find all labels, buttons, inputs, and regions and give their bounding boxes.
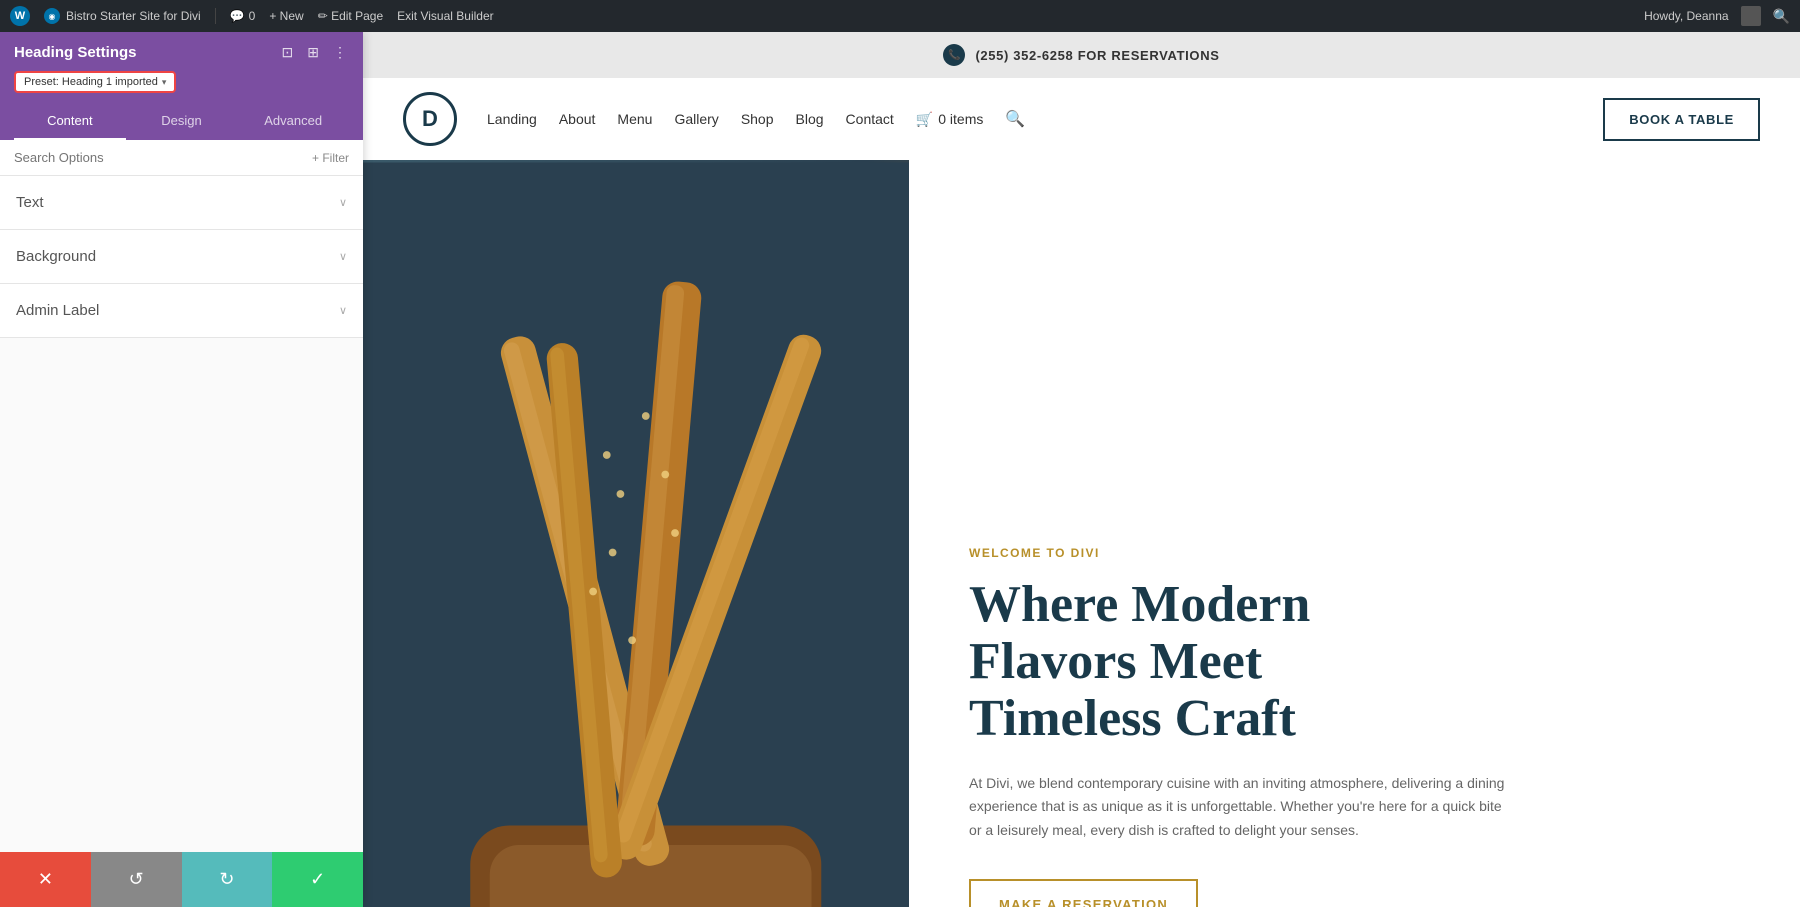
nav-link-about[interactable]: About xyxy=(559,111,596,127)
food-image xyxy=(363,160,909,907)
hero-text-column: WELCOME TO DIVI Where Modern Flavors Mee… xyxy=(909,160,1800,907)
undo-button[interactable]: ↺ xyxy=(91,852,182,907)
site-phone-number: (255) 352-6258 FOR RESERVATIONS xyxy=(975,48,1219,63)
edit-page-button[interactable]: ✏ Edit Page xyxy=(318,9,383,23)
site-icon: ◉ xyxy=(44,8,60,24)
hero-image-column xyxy=(363,160,909,907)
panel-title: Heading Settings xyxy=(14,44,137,61)
save-button[interactable]: ✓ xyxy=(272,852,363,907)
nav-link-blog[interactable]: Blog xyxy=(796,111,824,127)
admin-avatar[interactable] xyxy=(1741,6,1761,26)
accordion-text-chevron-icon: ∨ xyxy=(339,196,347,209)
cancel-button[interactable]: ✕ xyxy=(0,852,91,907)
hero-section: WELCOME TO DIVI Where Modern Flavors Mee… xyxy=(363,160,1800,907)
nav-cart[interactable]: 🛒 0 items xyxy=(916,111,984,128)
accordion-text-label: Text xyxy=(16,194,44,211)
new-label: + New xyxy=(269,9,303,23)
site-logo[interactable]: D xyxy=(403,92,457,146)
panel-body: + Filter Text ∨ Background ∨ A xyxy=(0,140,363,852)
wireframe-icon-button[interactable]: ⊞ xyxy=(305,42,321,63)
panel-title-row: Heading Settings ⊡ ⊞ ⋮ xyxy=(14,42,349,63)
accordion-background-chevron-icon: ∨ xyxy=(339,250,347,263)
site-nav: D Landing About Menu Gallery Shop Blog C… xyxy=(363,78,1800,160)
preset-badge[interactable]: Preset: Heading 1 imported ▾ xyxy=(14,71,176,93)
site-name-label[interactable]: Bistro Starter Site for Divi xyxy=(66,9,201,23)
tab-advanced[interactable]: Advanced xyxy=(237,103,349,140)
comments-link[interactable]: 💬 0 xyxy=(230,9,256,23)
admin-bar-right: Howdy, Deanna 🔍 xyxy=(1644,6,1790,26)
new-content-button[interactable]: + New xyxy=(269,9,303,23)
welcome-label: WELCOME TO DIVI xyxy=(969,546,1740,560)
cart-icon: 🛒 xyxy=(916,111,933,128)
comments-count: 0 xyxy=(249,9,256,23)
edit-page-label: ✏ Edit Page xyxy=(318,9,383,23)
site-header-top: 📞 (255) 352-6258 FOR RESERVATIONS xyxy=(363,32,1800,78)
accordion-background-header[interactable]: Background ∨ xyxy=(0,230,363,283)
panel-icons: ⊡ ⊞ ⋮ xyxy=(280,42,349,63)
left-panel: Heading Settings ⊡ ⊞ ⋮ Preset: Heading 1… xyxy=(0,32,363,907)
wp-logo[interactable]: W xyxy=(10,6,30,26)
accordion-text-header[interactable]: Text ∨ xyxy=(0,176,363,229)
howdy-text: Howdy, Deanna xyxy=(1644,9,1729,23)
right-content: 📞 (255) 352-6258 FOR RESERVATIONS D Land… xyxy=(363,32,1800,907)
preset-label: Preset: Heading 1 imported xyxy=(24,76,158,88)
hero-description: At Divi, we blend contemporary cuisine w… xyxy=(969,772,1509,843)
nav-search-icon[interactable]: 🔍 xyxy=(1005,109,1025,129)
admin-bar: W ◉ Bistro Starter Site for Divi 💬 0 + N… xyxy=(0,0,1800,32)
redo-button[interactable]: ↻ xyxy=(182,852,273,907)
exit-builder-button[interactable]: Exit Visual Builder xyxy=(397,9,494,23)
food-illustration xyxy=(363,160,909,907)
book-table-button[interactable]: BOOK A TABLE xyxy=(1603,98,1760,141)
wordpress-icon: W xyxy=(10,6,30,26)
accordion-background-label: Background xyxy=(16,248,96,265)
hero-heading: Where Modern Flavors Meet Timeless Craft xyxy=(969,576,1740,748)
filter-button[interactable]: + Filter xyxy=(312,151,349,165)
phone-icon: 📞 xyxy=(943,44,965,66)
nav-link-landing[interactable]: Landing xyxy=(487,111,537,127)
panel-footer: ✕ ↺ ↻ ✓ xyxy=(0,852,363,907)
make-reservation-button[interactable]: MAKE A RESERVATION xyxy=(969,879,1198,907)
nav-links: Landing About Menu Gallery Shop Blog Con… xyxy=(487,109,1025,129)
main-wrapper: Heading Settings ⊡ ⊞ ⋮ Preset: Heading 1… xyxy=(0,32,1800,907)
tab-content[interactable]: Content xyxy=(14,103,126,140)
search-options-input[interactable] xyxy=(14,150,312,165)
panel-header: Heading Settings ⊡ ⊞ ⋮ Preset: Heading 1… xyxy=(0,32,363,140)
nav-link-gallery[interactable]: Gallery xyxy=(674,111,718,127)
admin-search-icon[interactable]: 🔍 xyxy=(1773,8,1790,25)
exit-builder-label: Exit Visual Builder xyxy=(397,9,494,23)
search-row: + Filter xyxy=(0,140,363,176)
preset-chevron-icon: ▾ xyxy=(162,77,167,88)
site-name-group[interactable]: ◉ Bistro Starter Site for Divi xyxy=(44,8,216,24)
accordion-admin-label: Admin Label ∨ xyxy=(0,284,363,338)
accordion-admin-label-header[interactable]: Admin Label ∨ xyxy=(0,284,363,337)
nav-link-contact[interactable]: Contact xyxy=(846,111,894,127)
responsive-icon-button[interactable]: ⊡ xyxy=(280,42,296,63)
tab-design[interactable]: Design xyxy=(126,103,238,140)
accordion-text: Text ∨ xyxy=(0,176,363,230)
accordion-background: Background ∨ xyxy=(0,230,363,284)
accordion-admin-label-label: Admin Label xyxy=(16,302,99,319)
nav-link-menu[interactable]: Menu xyxy=(617,111,652,127)
accordion-admin-label-chevron-icon: ∨ xyxy=(339,304,347,317)
nav-link-shop[interactable]: Shop xyxy=(741,111,774,127)
more-options-icon-button[interactable]: ⋮ xyxy=(331,42,349,63)
comments-icon: 💬 xyxy=(230,9,245,23)
panel-tabs: Content Design Advanced xyxy=(14,103,349,140)
cart-count: 0 items xyxy=(938,111,983,127)
